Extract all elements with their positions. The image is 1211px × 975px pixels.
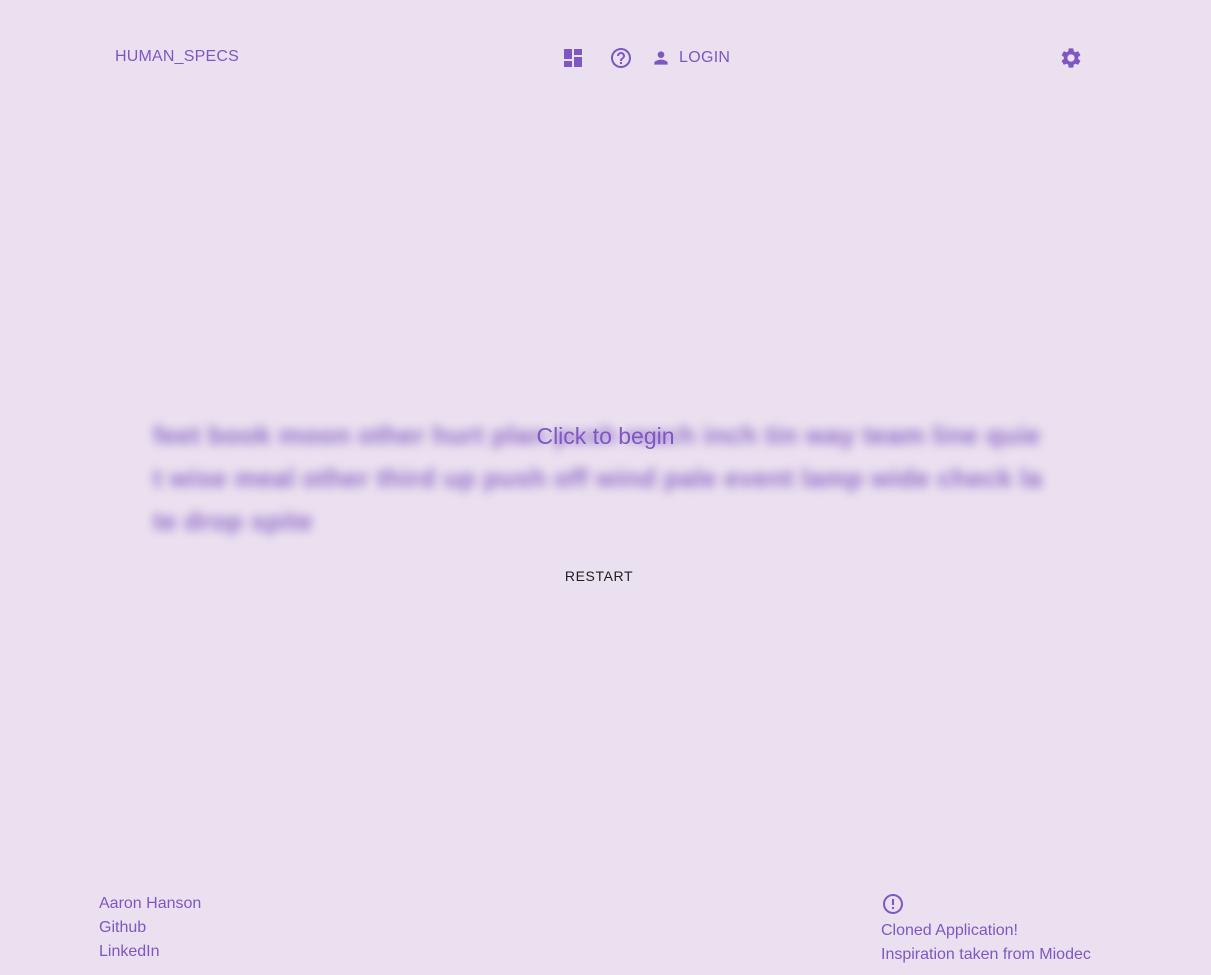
dashboard-icon	[564, 49, 582, 67]
footer-credits: Aaron Hanson Github LinkedIn	[99, 892, 201, 964]
author-name: Aaron Hanson	[99, 895, 202, 912]
footer-notice: Cloned Application! Inspiration taken fr…	[881, 892, 1091, 967]
inspiration-notice: Inspiration taken from Miodec	[881, 946, 1091, 963]
github-link[interactable]: Github	[99, 916, 201, 940]
help-button[interactable]	[609, 46, 633, 70]
linkedin-link[interactable]: LinkedIn	[99, 940, 201, 964]
restart-button[interactable]: RESTART	[555, 560, 643, 592]
logo-link[interactable]: HUMAN_SPECS	[115, 48, 239, 66]
login-label: LOGIN	[679, 49, 731, 66]
click-to-begin-overlay[interactable]: Click to begin	[0, 423, 1211, 450]
page: HUMAN_SPECS LOGIN feet book moon other h…	[0, 0, 1211, 975]
person-icon	[654, 51, 668, 65]
dashboard-button[interactable]	[561, 46, 585, 70]
login-button[interactable]: LOGIN	[651, 44, 730, 72]
cloned-notice: Cloned Application!	[881, 922, 1018, 939]
gear-icon	[1061, 48, 1081, 68]
alert-circle-icon	[883, 894, 903, 914]
help-circle-icon	[611, 48, 631, 68]
settings-button[interactable]	[1059, 46, 1083, 70]
